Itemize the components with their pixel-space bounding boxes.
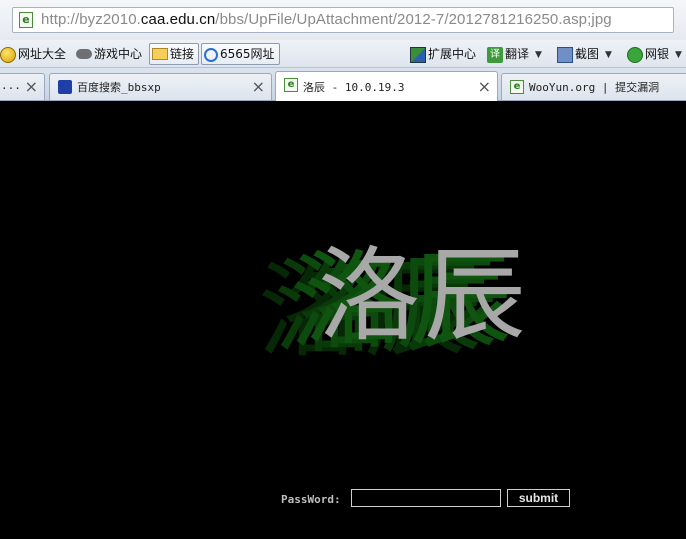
extension-center-button[interactable]: 扩展中心 — [410, 44, 476, 64]
baidu-paw-icon — [58, 80, 72, 94]
address-bar[interactable]: e http://byz2010.caa.edu.cn/bbs/UpFile/U… — [12, 7, 674, 33]
6565-icon — [204, 47, 218, 62]
close-icon[interactable]: × — [252, 77, 265, 96]
ie-page-icon: e — [510, 80, 524, 94]
screenshot-button[interactable]: 截图 ▼ — [557, 44, 612, 64]
tab-previous[interactable]: ... × — [0, 73, 45, 100]
ie-page-icon: e — [19, 12, 33, 28]
globe-icon — [0, 46, 16, 63]
favorites-toolbar: 网址大全 游戏中心 链接 6565网址 扩展中心 译翻译 ▼ 截图 ▼ 网银 ▼ — [0, 40, 686, 68]
logo-text: 洛辰 — [318, 237, 530, 356]
url-text[interactable]: http://byz2010.caa.edu.cn/bbs/UpFile/UpA… — [41, 11, 612, 28]
logo: 洛辰 洛辰 洛辰 洛辰 洛辰 — [250, 206, 550, 376]
fav-item-links[interactable]: 链接 — [149, 43, 200, 65]
address-bar-container: e http://byz2010.caa.edu.cn/bbs/UpFile/U… — [0, 0, 686, 40]
fav-item-wangzhi[interactable]: 网址大全 — [0, 44, 66, 64]
chevron-down-icon[interactable]: ▼ — [605, 50, 612, 60]
tab-baidu-search[interactable]: 百度搜索_bbsxp × — [49, 73, 272, 100]
fav-item-games[interactable]: 游戏中心 — [76, 44, 142, 64]
screenshot-icon — [557, 46, 573, 63]
tab-bar: ... × 百度搜索_bbsxp × e 洛辰 - 10.0.19.3 × e … — [0, 68, 686, 101]
close-icon[interactable]: × — [478, 77, 491, 96]
bank-button[interactable]: 网银 ▼ — [627, 44, 682, 64]
chevron-down-icon[interactable]: ▼ — [535, 50, 542, 60]
extension-icon — [410, 46, 426, 63]
gamepad-icon — [76, 48, 92, 59]
close-icon[interactable]: × — [25, 77, 38, 96]
tab-wooyun[interactable]: e WooYun.org | 提交漏洞 — [501, 73, 686, 100]
submit-button[interactable]: submit — [507, 489, 570, 507]
password-input[interactable] — [351, 489, 501, 507]
ie-page-icon: e — [284, 78, 298, 92]
chevron-down-icon[interactable]: ▼ — [675, 50, 682, 60]
tab-luochen-active[interactable]: e 洛辰 - 10.0.19.3 × — [275, 71, 498, 101]
password-label: PassWord: — [281, 493, 341, 506]
folder-icon — [152, 47, 168, 60]
bank-icon — [627, 46, 643, 63]
translate-button[interactable]: 译翻译 ▼ — [487, 44, 542, 64]
page-content: 洛辰 洛辰 洛辰 洛辰 洛辰 PassWord: submit — [0, 101, 686, 539]
translate-icon: 译 — [487, 46, 503, 63]
fav-item-6565[interactable]: 6565网址 — [201, 43, 280, 65]
